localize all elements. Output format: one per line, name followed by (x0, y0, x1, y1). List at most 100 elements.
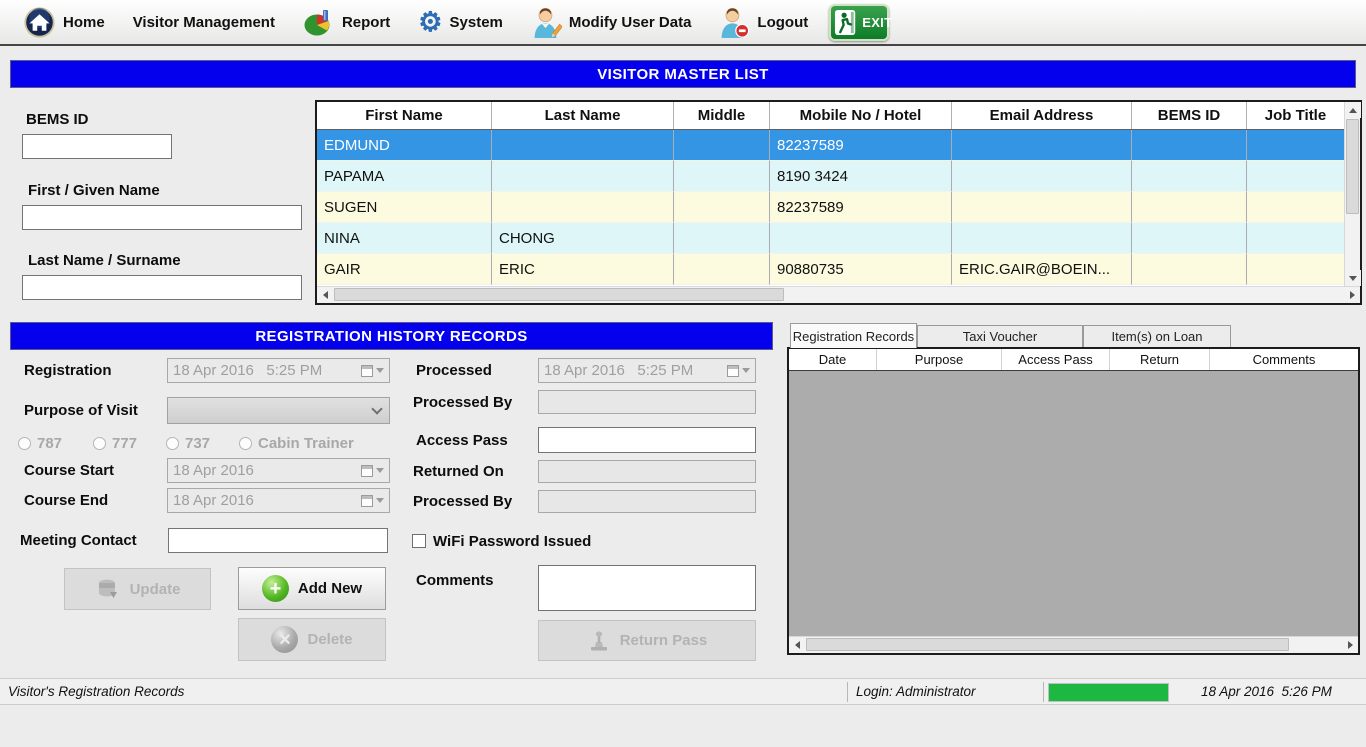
visitor-cell: CHONG (492, 223, 674, 254)
tab-items-on-loan-label: Item(s) on Loan (1111, 329, 1202, 344)
visitor-table-vscrollbar[interactable] (1344, 102, 1360, 286)
last-name-label: Last Name / Surname (28, 252, 181, 269)
course-start-label: Course Start (24, 462, 114, 479)
visitor-cell: 82237589 (770, 130, 952, 161)
visitor-column-header[interactable]: Middle (674, 102, 770, 129)
radio-787: 787 (18, 435, 62, 452)
visitor-cell (1247, 130, 1344, 161)
bems-id-input[interactable] (22, 134, 172, 159)
radio-cabin-trainer-label: Cabin Trainer (258, 435, 354, 452)
meeting-contact-input[interactable] (168, 528, 388, 553)
visitor-column-header[interactable]: Last Name (492, 102, 674, 129)
records-grid-hscrollbar[interactable] (789, 636, 1358, 653)
scroll-down-icon[interactable] (1345, 270, 1361, 286)
visitor-cell: 90880735 (770, 254, 952, 285)
toolbar: Home Visitor Management Report ⚙ System (0, 0, 1366, 46)
calendar-icon (361, 465, 384, 477)
visitor-cell (1132, 161, 1247, 192)
course-end-value: 18 Apr 2016 (173, 492, 254, 509)
purpose-of-visit-label: Purpose of Visit (24, 402, 138, 419)
visitor-cell (952, 161, 1132, 192)
toolbar-report-label: Report (342, 14, 390, 31)
meeting-contact-label: Meeting Contact (20, 532, 137, 549)
visitor-column-header[interactable]: Job Title (1247, 102, 1344, 129)
processed-datepicker: 18 Apr 2016 5:25 PM (538, 358, 756, 383)
visitor-cell: 82237589 (770, 192, 952, 223)
visitor-cell (770, 223, 952, 254)
tab-taxi-voucher[interactable]: Taxi Voucher (917, 325, 1083, 348)
access-pass-input[interactable] (538, 427, 756, 453)
update-button[interactable]: Update (64, 568, 211, 610)
visitor-cell (952, 192, 1132, 223)
first-name-input[interactable] (22, 205, 302, 230)
visitor-cell: EDMUND (317, 130, 492, 161)
toolbar-report[interactable]: Report (290, 2, 403, 42)
tab-registration-records[interactable]: Registration Records (790, 323, 917, 348)
toolbar-logout[interactable]: Logout (706, 2, 821, 42)
registration-banner: REGISTRATION HISTORY RECORDS (10, 322, 773, 350)
visitor-cell: GAIR (317, 254, 492, 285)
toolbar-system-label: System (450, 14, 503, 31)
status-left-text: Visitor's Registration Records (8, 684, 184, 699)
records-column-header[interactable]: Access Pass (1002, 349, 1110, 370)
returned-on-label: Returned On (413, 463, 504, 480)
status-separator (847, 682, 848, 702)
toolbar-visitor-management[interactable]: Visitor Management (120, 2, 288, 42)
visitor-table-hscrollbar[interactable] (317, 286, 1360, 303)
return-pass-button[interactable]: Return Pass (538, 620, 756, 661)
scroll-right-icon[interactable] (1342, 637, 1358, 653)
course-start-value: 18 Apr 2016 (173, 462, 254, 479)
radio-737-circle (166, 437, 179, 450)
visitor-column-header[interactable]: First Name (317, 102, 492, 129)
hscroll-thumb[interactable] (334, 288, 784, 301)
visitor-row[interactable]: SUGEN 82237589 (317, 192, 1344, 223)
scroll-left-icon[interactable] (317, 287, 333, 303)
visitor-column-header[interactable]: BEMS ID (1132, 102, 1247, 129)
report-icon (303, 6, 335, 38)
visitor-column-header[interactable]: Mobile No / Hotel (770, 102, 952, 129)
home-icon (23, 6, 56, 39)
scroll-right-icon[interactable] (1344, 287, 1360, 303)
progress-bar (1048, 683, 1169, 702)
tab-items-on-loan[interactable]: Item(s) on Loan (1083, 325, 1231, 348)
add-icon: + (262, 575, 289, 602)
visitor-row[interactable]: PAPAMA8190 3424 (317, 161, 1344, 192)
registration-label: Registration (24, 362, 112, 379)
delete-button[interactable]: × Delete (238, 618, 386, 661)
course-end-datepicker: 18 Apr 2016 (167, 488, 390, 513)
visitor-row[interactable]: NINACHONG (317, 223, 1344, 254)
visitor-cell (492, 161, 674, 192)
records-column-header[interactable]: Date (789, 349, 877, 370)
vscroll-thumb[interactable] (1346, 119, 1359, 214)
chevron-down-icon (371, 403, 382, 414)
visitor-column-header[interactable]: Email Address (952, 102, 1132, 129)
visitor-cell (674, 161, 770, 192)
toolbar-home[interactable]: Home (10, 2, 118, 42)
records-column-header[interactable]: Comments (1210, 349, 1358, 370)
hscroll-thumb[interactable] (806, 638, 1289, 651)
last-name-input[interactable] (22, 275, 302, 300)
wifi-password-checkbox[interactable] (412, 534, 426, 548)
toolbar-modify-user-data-label: Modify User Data (569, 14, 692, 31)
records-column-header[interactable]: Purpose (877, 349, 1002, 370)
scroll-up-icon[interactable] (1345, 102, 1361, 118)
visitor-cell: SUGEN (317, 192, 492, 223)
radio-777-label: 777 (112, 435, 137, 452)
exit-button[interactable]: EXIT (829, 4, 889, 41)
visitor-row[interactable]: EDMUND 82237589 (317, 130, 1344, 161)
visitor-row[interactable]: GAIRERIC90880735ERIC.GAIR@BOEIN... (317, 254, 1344, 285)
toolbar-modify-user-data[interactable]: Modify User Data (518, 2, 705, 42)
scroll-left-icon[interactable] (789, 637, 805, 653)
comments-input[interactable] (538, 565, 756, 611)
visitor-cell (1247, 192, 1344, 223)
visitor-cell (674, 192, 770, 223)
registration-datepicker-value: 18 Apr 2016 5:25 PM (173, 362, 322, 379)
course-end-label: Course End (24, 492, 108, 509)
records-column-header[interactable]: Return (1110, 349, 1210, 370)
visitor-cell: NINA (317, 223, 492, 254)
processed-value: 18 Apr 2016 5:25 PM (544, 362, 693, 379)
toolbar-system[interactable]: ⚙ System (405, 2, 516, 42)
radio-787-label: 787 (37, 435, 62, 452)
add-new-button[interactable]: + Add New (238, 567, 386, 610)
visitor-cell (492, 192, 674, 223)
